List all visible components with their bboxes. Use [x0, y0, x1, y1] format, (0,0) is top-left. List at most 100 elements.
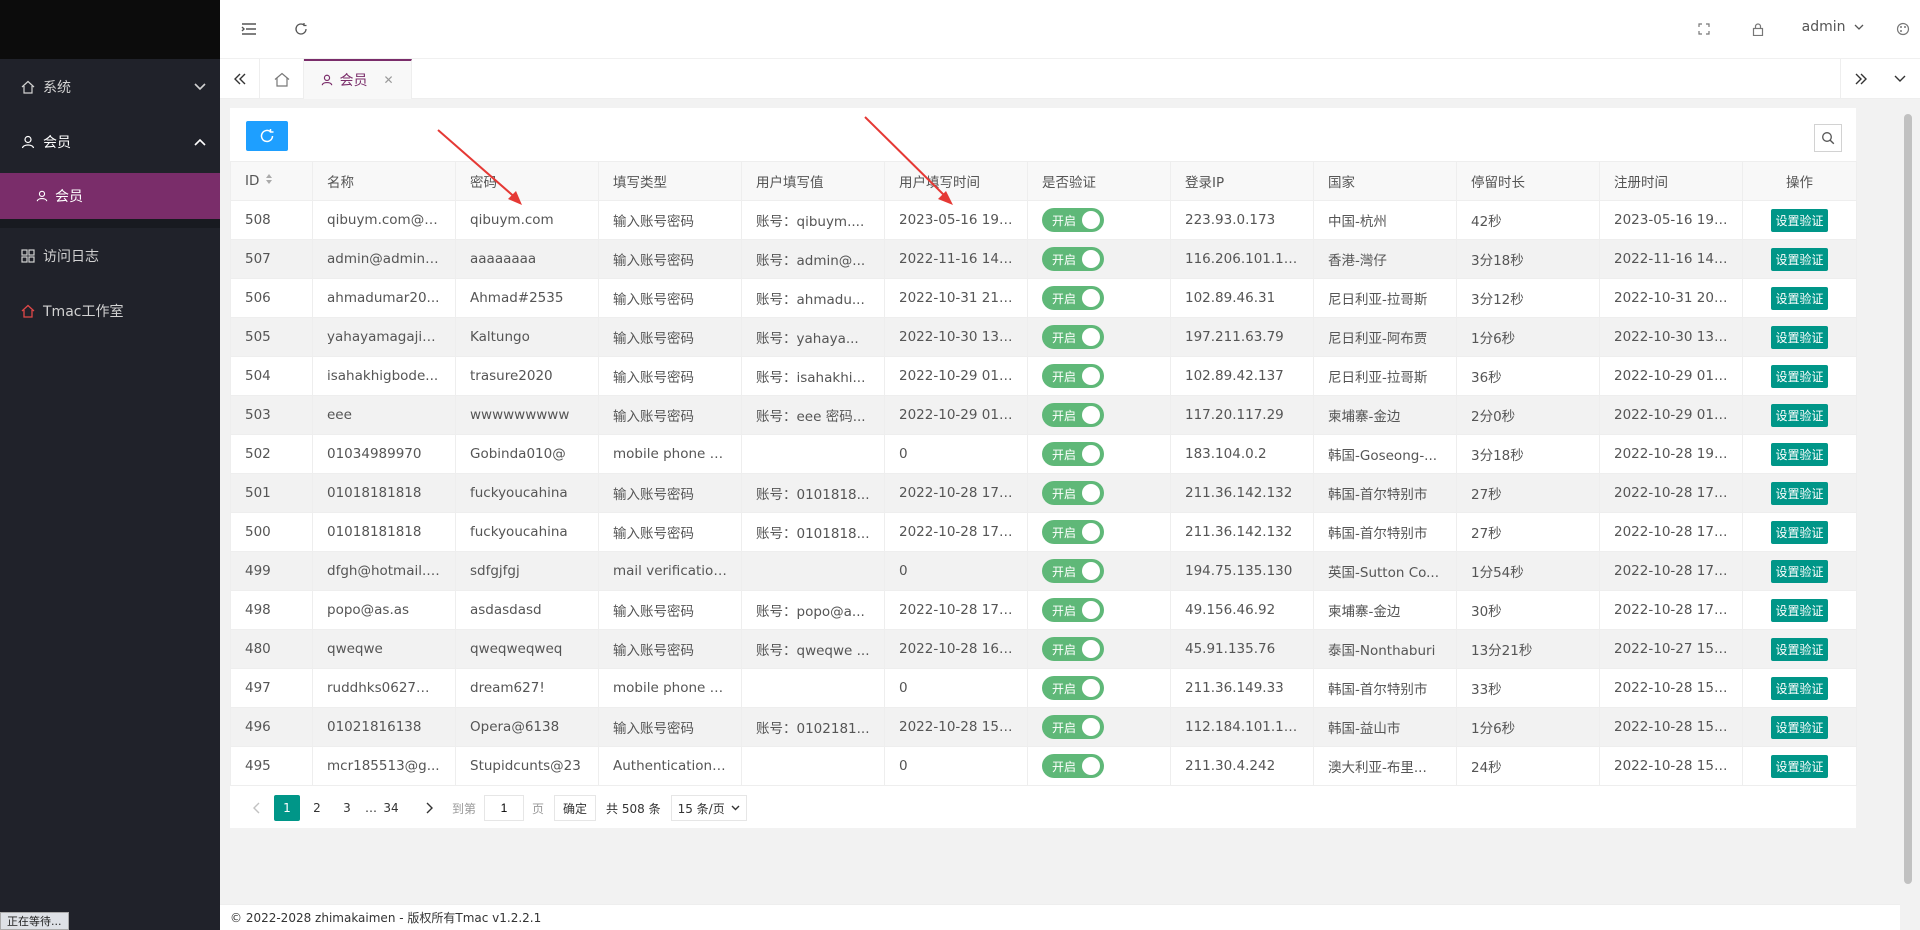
lock-icon[interactable] — [1747, 18, 1769, 40]
sidebar-item-system[interactable]: 系统 — [0, 59, 220, 114]
set-verify-button[interactable]: 设置验证 — [1771, 208, 1828, 232]
table-search-button[interactable] — [1814, 124, 1842, 152]
column-header[interactable]: ID — [230, 161, 313, 201]
table-cell: 2023-05-16 19:... — [884, 200, 1028, 240]
table-cell: 49.156.46.92 — [1170, 590, 1314, 630]
prev-page-icon[interactable] — [244, 795, 270, 821]
scrollbar-thumb[interactable] — [1904, 114, 1912, 884]
sort-icon[interactable] — [265, 173, 273, 189]
table-cell: 117.20.117.29 — [1170, 395, 1314, 435]
table-cell: 2023-05-16 19:... — [1599, 200, 1743, 240]
sidebar-item-member[interactable]: 会员 — [0, 114, 220, 169]
sidebar-item-access-log[interactable]: 访问日志 — [0, 228, 220, 283]
close-icon[interactable]: ✕ — [383, 73, 393, 87]
menu-toggle-icon[interactable] — [238, 18, 260, 40]
table-cell: 账号：admin@... — [741, 239, 885, 279]
table-cell: 33秒 — [1456, 668, 1600, 708]
set-verify-button[interactable]: 设置验证 — [1771, 520, 1828, 544]
verify-toggle[interactable]: 开启 — [1042, 364, 1104, 388]
table-cell: 2022-10-28 17:... — [1599, 512, 1743, 552]
set-verify-button[interactable]: 设置验证 — [1771, 559, 1828, 583]
verify-toggle[interactable]: 开启 — [1042, 208, 1104, 232]
verify-toggle[interactable]: 开启 — [1042, 442, 1104, 466]
set-verify-button[interactable]: 设置验证 — [1771, 364, 1828, 388]
sidebar-submenu: 会员 — [0, 173, 220, 228]
page-size-value: 15 条/页 — [677, 801, 725, 816]
toggle-label: 开启 — [1052, 525, 1077, 540]
table-cell: 194.75.135.130 — [1170, 551, 1314, 591]
verify-toggle[interactable]: 开启 — [1042, 403, 1104, 427]
table-cell: 2022-10-28 15:... — [1599, 746, 1743, 786]
verify-toggle[interactable]: 开启 — [1042, 715, 1104, 739]
verify-toggle[interactable]: 开启 — [1042, 286, 1104, 310]
page-2[interactable]: 2 — [304, 795, 330, 821]
tab-scroll-left-icon[interactable] — [220, 59, 260, 99]
set-verify-button[interactable]: 设置验证 — [1771, 715, 1828, 739]
sidebar-item-label: 会员 — [55, 189, 83, 205]
page-1[interactable]: 1 — [274, 795, 300, 821]
verify-toggle[interactable]: 开启 — [1042, 754, 1104, 778]
page-confirm-button[interactable]: 确定 — [554, 795, 597, 821]
user-icon — [321, 74, 333, 86]
table-cell: yahayamagaji3... — [312, 317, 456, 357]
table-cell: 开启 — [1027, 746, 1171, 786]
page-size-select[interactable]: 15 条/页 — [670, 795, 747, 821]
table-cell: 开启 — [1027, 473, 1171, 513]
page-jump-input[interactable] — [484, 795, 525, 821]
page-3[interactable]: 3 — [334, 795, 360, 821]
table-row: 495 mcr185513@g... Stupidcunts@23 Authentic… — [230, 746, 1857, 786]
sidebar-item-tmac-studio[interactable]: Tmac工作室 — [0, 283, 220, 338]
verify-toggle[interactable]: 开启 — [1042, 676, 1104, 700]
table-cell: 输入账号密码 — [598, 356, 742, 396]
table-cell: 116.206.101.158 — [1170, 239, 1314, 279]
set-verify-button[interactable]: 设置验证 — [1771, 442, 1828, 466]
table-cell: 尼日利亚-拉哥斯 — [1313, 278, 1457, 318]
verify-toggle[interactable]: 开启 — [1042, 520, 1104, 544]
theme-palette-icon[interactable] — [1892, 18, 1914, 40]
toggle-knob — [1082, 328, 1100, 346]
set-verify-button[interactable]: 设置验证 — [1771, 325, 1828, 349]
page-last[interactable]: 34 — [378, 795, 404, 821]
verify-toggle[interactable]: 开启 — [1042, 637, 1104, 661]
table-cell: 尼日利亚-拉哥斯 — [1313, 356, 1457, 396]
sidebar-subitem-member[interactable]: 会员 — [0, 173, 220, 219]
verify-toggle[interactable]: 开启 — [1042, 247, 1104, 271]
set-verify-button[interactable]: 设置验证 — [1771, 676, 1828, 700]
refresh-icon[interactable] — [290, 18, 312, 40]
table-refresh-button[interactable] — [246, 121, 288, 151]
set-verify-button[interactable]: 设置验证 — [1771, 637, 1828, 661]
tab-menu-chevron-down-icon[interactable] — [1880, 59, 1920, 99]
table-cell: 输入账号密码 — [598, 512, 742, 552]
table-cell: 1分6秒 — [1456, 707, 1600, 747]
verify-toggle[interactable]: 开启 — [1042, 559, 1104, 583]
tab-home-icon[interactable] — [260, 59, 304, 99]
set-verify-button[interactable]: 设置验证 — [1771, 403, 1828, 427]
verify-toggle[interactable]: 开启 — [1042, 598, 1104, 622]
verify-toggle[interactable]: 开启 — [1042, 325, 1104, 349]
goto-label: 到第 — [452, 801, 477, 816]
tab-scroll-right-icon[interactable] — [1840, 59, 1880, 99]
set-verify-button[interactable]: 设置验证 — [1771, 286, 1828, 310]
tab-member[interactable]: 会员 ✕ — [304, 59, 412, 99]
fullscreen-icon[interactable] — [1693, 18, 1715, 40]
user-menu[interactable]: admin — [1802, 19, 1864, 35]
next-page-icon[interactable] — [416, 795, 442, 821]
table-cell: admin@admin.... — [312, 239, 456, 279]
table-cell: 3分12秒 — [1456, 278, 1600, 318]
table-cell — [741, 551, 885, 591]
table-cell: 设置验证 — [1742, 278, 1857, 318]
column-header-label: 密码 — [470, 175, 497, 191]
verify-toggle[interactable]: 开启 — [1042, 481, 1104, 505]
table-cell: 输入账号密码 — [598, 239, 742, 279]
table-cell: 2022-10-28 16:... — [884, 629, 1028, 669]
toggle-knob — [1082, 406, 1100, 424]
set-verify-button[interactable]: 设置验证 — [1771, 481, 1828, 505]
tab-label: 会员 — [339, 73, 368, 89]
set-verify-button[interactable]: 设置验证 — [1771, 598, 1828, 622]
table-cell: 开启 — [1027, 629, 1171, 669]
set-verify-button[interactable]: 设置验证 — [1771, 754, 1828, 778]
table-toolbar — [230, 108, 1856, 158]
page-scrollbar[interactable] — [1902, 100, 1914, 900]
set-verify-button[interactable]: 设置验证 — [1771, 247, 1828, 271]
column-header: 用户填写时间 — [884, 161, 1028, 201]
